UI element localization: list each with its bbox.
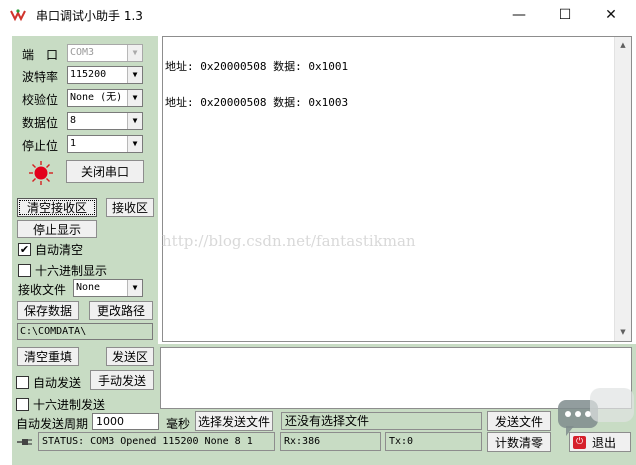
period-input[interactable]: 1000 bbox=[92, 413, 159, 430]
change-path-button[interactable]: 更改路径 bbox=[89, 301, 153, 320]
databits-select[interactable]: 8 ▼ bbox=[67, 112, 143, 130]
app-logo-icon bbox=[10, 9, 26, 22]
minimize-button[interactable]: — bbox=[496, 0, 542, 30]
checkbox-box bbox=[16, 376, 29, 389]
chevron-down-icon: ▼ bbox=[127, 280, 142, 296]
port-value: COM3 bbox=[70, 47, 95, 58]
parity-label: 校验位 bbox=[22, 93, 59, 107]
scroll-down-icon[interactable]: ▼ bbox=[615, 324, 631, 341]
send-file-button[interactable]: 发送文件 bbox=[487, 411, 551, 431]
receive-content: 地址: 0x20000508 数据: 0x1001 地址: 0x20000508… bbox=[165, 37, 348, 133]
rx-counter: Rx:386 bbox=[280, 432, 381, 451]
save-data-button[interactable]: 保存数据 bbox=[17, 301, 79, 320]
title-bar: 串口调试小助手 1.3 — ☐ ✕ bbox=[0, 0, 636, 30]
port-status-led-icon bbox=[29, 161, 53, 185]
receive-file-value: None bbox=[76, 282, 101, 293]
databits-value: 8 bbox=[70, 115, 77, 126]
clear-send-button[interactable]: 清空重填 bbox=[17, 347, 79, 366]
stopbits-label: 停止位 bbox=[22, 139, 59, 153]
chevron-down-icon: ▼ bbox=[127, 136, 142, 152]
auto-clear-label: 自动清空 bbox=[35, 243, 84, 257]
close-port-button[interactable]: 关闭串口 bbox=[66, 160, 144, 183]
clear-receive-button[interactable]: 清空接收区 bbox=[17, 198, 97, 217]
checkmark-icon: ✔ bbox=[19, 243, 30, 256]
baud-select[interactable]: 115200 ▼ bbox=[67, 66, 143, 84]
stop-display-button[interactable]: 停止显示 bbox=[17, 220, 97, 238]
chevron-down-icon: ▼ bbox=[127, 90, 142, 106]
hex-display-checkbox[interactable]: 十六进制显示 bbox=[18, 262, 107, 279]
close-button[interactable]: ✕ bbox=[588, 0, 634, 30]
port-select[interactable]: COM3 ▼ bbox=[67, 44, 143, 62]
send-file-status: 还没有选择文件 bbox=[281, 412, 482, 430]
exit-button[interactable]: ⏻ 退出 bbox=[569, 432, 631, 452]
checkbox-box bbox=[18, 264, 31, 277]
port-status: STATUS: COM3 Opened 115200 None 8 1 bbox=[38, 432, 275, 451]
checkbox-box: ✔ bbox=[18, 243, 31, 256]
stopbits-select[interactable]: 1 ▼ bbox=[67, 135, 143, 153]
send-area-button[interactable]: 发送区 bbox=[106, 347, 154, 366]
auto-clear-checkbox[interactable]: ✔ 自动清空 bbox=[18, 241, 83, 258]
parity-select[interactable]: None (无) ▼ bbox=[67, 89, 143, 107]
hex-send-checkbox[interactable]: 十六进制发送 bbox=[16, 396, 105, 413]
baud-value: 115200 bbox=[70, 69, 107, 80]
chevron-down-icon: ▼ bbox=[127, 113, 142, 129]
checkbox-box bbox=[16, 398, 29, 411]
chevron-down-icon: ▼ bbox=[127, 45, 142, 61]
receive-area-button[interactable]: 接收区 bbox=[106, 198, 154, 217]
count-clear-button[interactable]: 计数清零 bbox=[487, 432, 551, 452]
choose-send-file-button[interactable]: 选择发送文件 bbox=[195, 411, 273, 431]
window-title: 串口调试小助手 1.3 bbox=[36, 9, 143, 23]
plug-icon bbox=[17, 439, 32, 445]
ms-label: 毫秒 bbox=[166, 417, 191, 431]
receive-textarea[interactable]: 地址: 0x20000508 数据: 0x1001 地址: 0x20000508… bbox=[162, 36, 632, 342]
tx-counter: Tx:0 bbox=[385, 432, 482, 451]
databits-label: 数据位 bbox=[22, 116, 59, 130]
parity-value: None (无) bbox=[70, 92, 123, 103]
power-icon: ⏻ bbox=[573, 435, 586, 449]
watermark-text: http://blog.csdn.net/fantastikman bbox=[162, 232, 416, 250]
hex-display-label: 十六进制显示 bbox=[35, 264, 108, 278]
port-label: 端 口 bbox=[22, 48, 59, 62]
manual-send-button[interactable]: 手动发送 bbox=[90, 370, 154, 390]
auto-send-checkbox[interactable]: 自动发送 bbox=[16, 374, 81, 391]
save-path-field[interactable]: C:\COMDATA\ bbox=[17, 323, 153, 340]
scroll-up-icon[interactable]: ▲ bbox=[615, 37, 631, 54]
stopbits-value: 1 bbox=[70, 138, 77, 149]
baud-label: 波特率 bbox=[22, 70, 59, 84]
chevron-down-icon: ▼ bbox=[127, 67, 142, 83]
auto-send-label: 自动发送 bbox=[33, 376, 82, 390]
exit-label: 退出 bbox=[592, 435, 617, 450]
receive-file-select[interactable]: None ▼ bbox=[73, 279, 143, 297]
period-label: 自动发送周期 bbox=[16, 417, 89, 431]
receive-line: 地址: 0x20000508 数据: 0x1001 bbox=[165, 60, 349, 73]
receive-file-label: 接收文件 bbox=[18, 283, 67, 297]
hex-send-label: 十六进制发送 bbox=[33, 398, 106, 412]
receive-line: 地址: 0x20000508 数据: 0x1003 bbox=[165, 96, 349, 109]
receive-scrollbar[interactable]: ▲ ▼ bbox=[614, 37, 631, 341]
maximize-button[interactable]: ☐ bbox=[542, 0, 588, 30]
